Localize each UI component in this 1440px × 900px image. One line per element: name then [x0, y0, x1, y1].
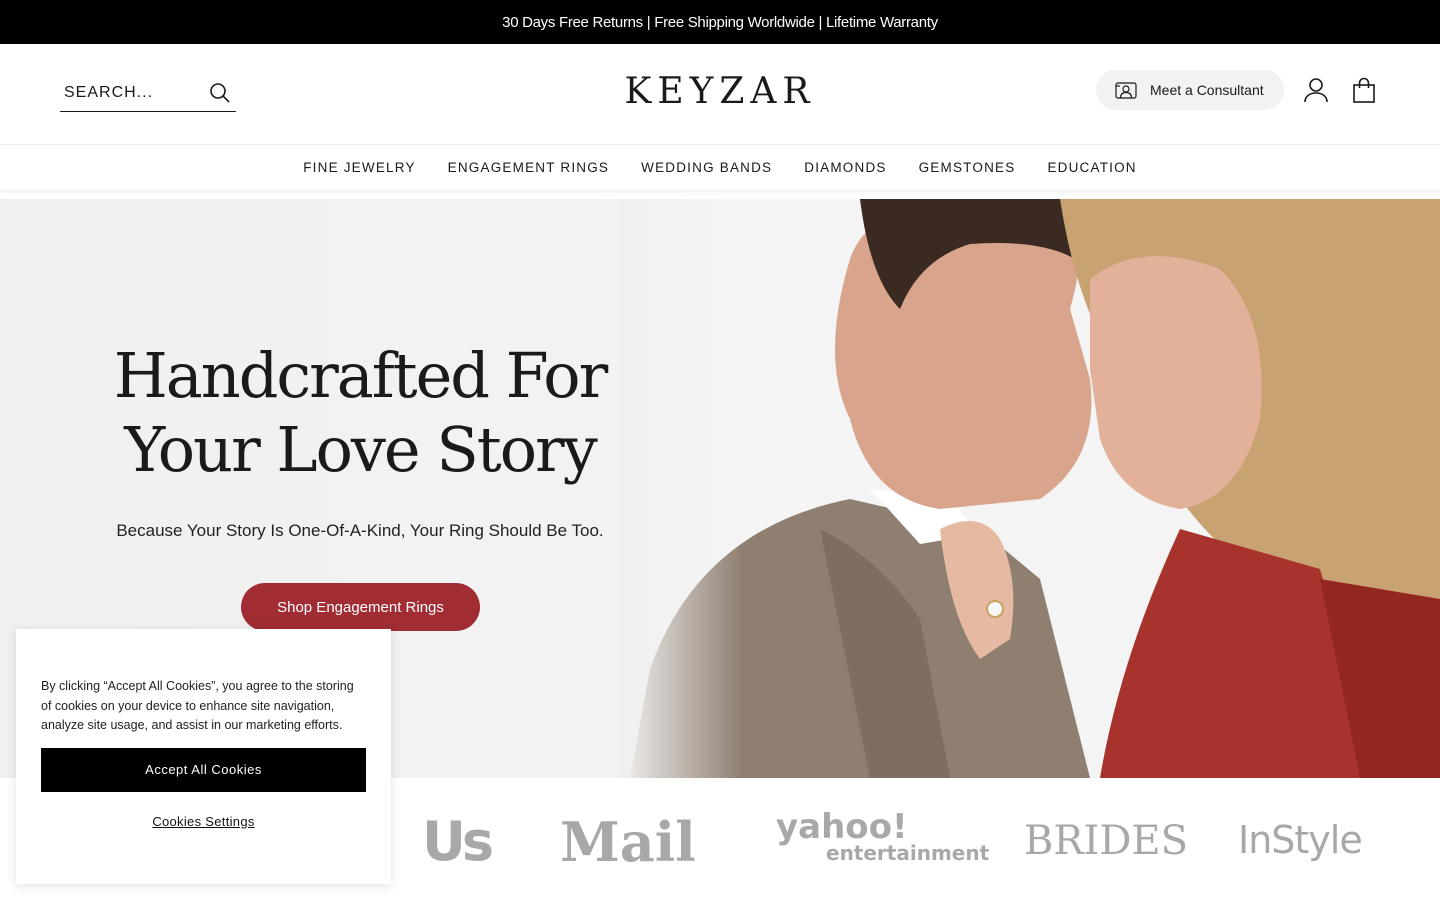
entertainment-wordmark: entertainment	[826, 841, 990, 865]
hero-subtitle: Because Your Story Is One-Of-A-Kind, You…	[116, 521, 604, 540]
meet-consultant-button[interactable]: Meet a Consultant	[1096, 70, 1284, 110]
nav-item-fine-jewelry[interactable]: FINE JEWELRY	[303, 160, 415, 175]
meet-consultant-label: Meet a Consultant	[1150, 82, 1264, 98]
site-header: KEYZAR Meet a Consultant	[0, 44, 1440, 144]
press-logo-instyle: InStyle	[1238, 818, 1363, 862]
accept-all-cookies-button[interactable]: Accept All Cookies	[41, 747, 366, 792]
cookies-settings-link[interactable]: Cookies Settings	[41, 814, 366, 829]
announcement-text: 30 Days Free Returns | Free Shipping Wor…	[502, 13, 938, 31]
nav-item-gemstones[interactable]: GEMSTONES	[919, 160, 1016, 175]
search-icon[interactable]	[208, 81, 232, 105]
search-input[interactable]	[60, 77, 200, 108]
nav-item-education[interactable]: EDUCATION	[1047, 160, 1136, 175]
nav-item-diamonds[interactable]: DIAMONDS	[804, 160, 886, 175]
shop-engagement-rings-button[interactable]: Shop Engagement Rings	[241, 583, 480, 631]
nav-item-wedding-bands[interactable]: WEDDING BANDS	[641, 160, 772, 175]
press-logo-brides: BRIDES	[1024, 818, 1188, 864]
press-logo-us: Us	[422, 810, 494, 873]
main-navigation: FINE JEWELRY ENGAGEMENT RINGS WEDDING BA…	[0, 144, 1440, 190]
nav-item-engagement-rings[interactable]: ENGAGEMENT RINGS	[448, 160, 609, 175]
shopping-bag-icon[interactable]	[1350, 76, 1378, 104]
press-logo-daily-mail: Mail	[560, 810, 696, 874]
cookie-consent-text: By clicking “Accept All Cookies”, you ag…	[41, 679, 354, 732]
hero-title-line-1: Handcrafted For	[113, 339, 609, 412]
search-box[interactable]	[60, 74, 236, 112]
cookie-consent-banner: By clicking “Accept All Cookies”, you ag…	[16, 629, 391, 884]
press-logo-yahoo-entertainment: yahoo! entertainment	[776, 810, 990, 866]
user-icon[interactable]	[1302, 76, 1330, 104]
consultant-icon	[1115, 82, 1137, 99]
hero-title-line-2: Your Love Story	[124, 413, 597, 486]
hero-title: Handcrafted For Your Love Story	[60, 339, 660, 487]
brand-logo[interactable]: KEYZAR	[600, 70, 840, 114]
announcement-bar: 30 Days Free Returns | Free Shipping Wor…	[0, 0, 1440, 44]
hero-couple-image	[620, 199, 1440, 778]
